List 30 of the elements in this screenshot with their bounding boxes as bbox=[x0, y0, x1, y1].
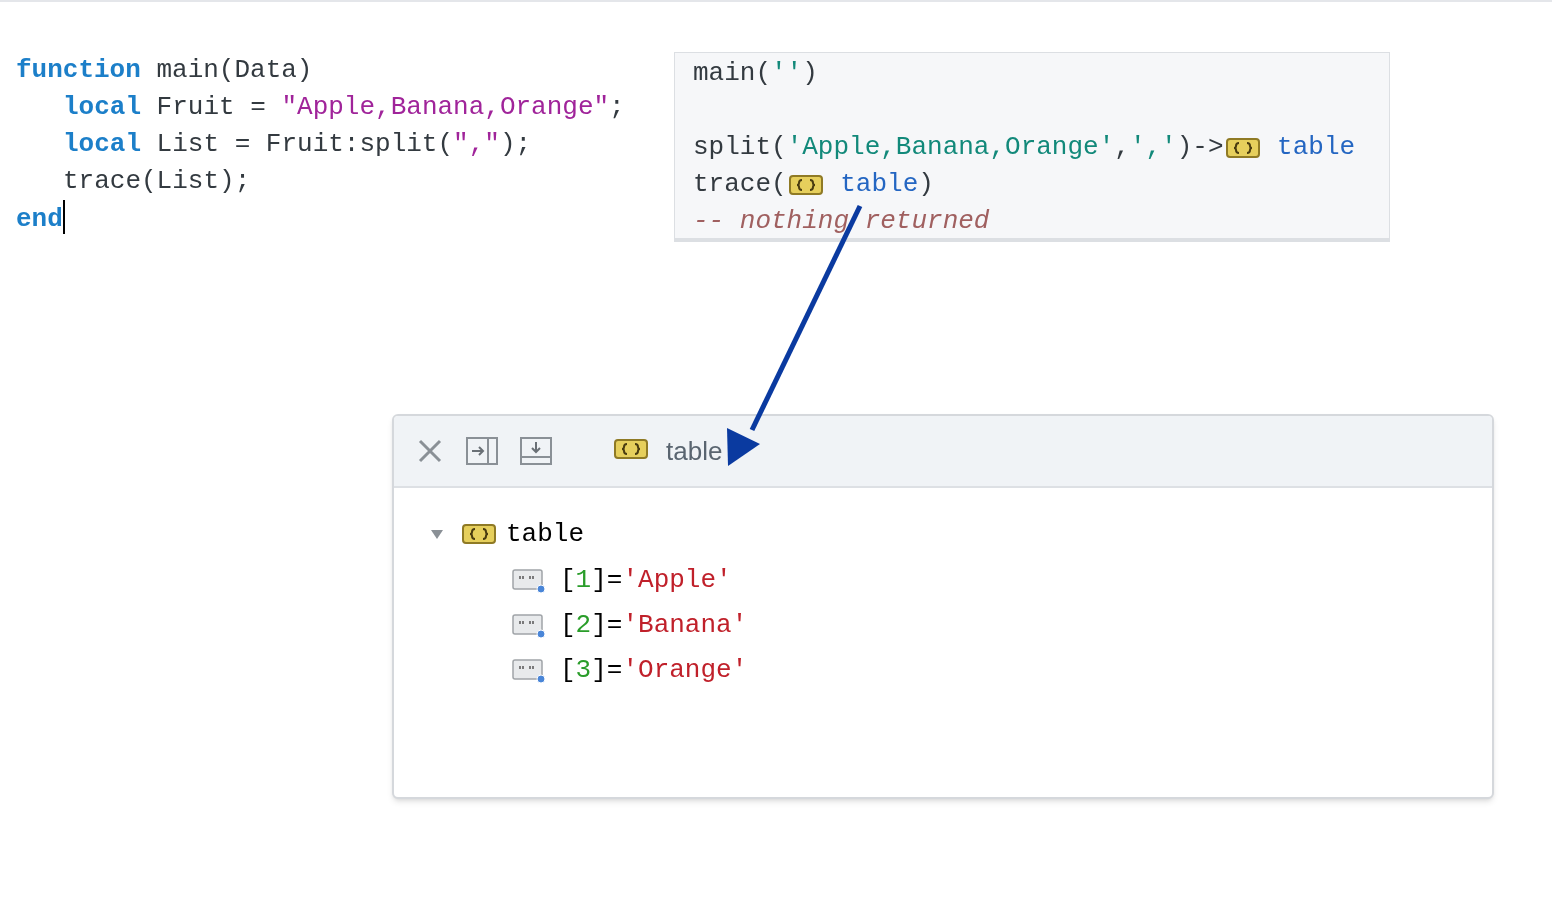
output-text: split('Apple,Banana,Orange',',')-> bbox=[693, 131, 1224, 164]
code-line: end bbox=[16, 200, 65, 238]
output-text: table) bbox=[839, 168, 934, 201]
dock-side-button[interactable] bbox=[466, 437, 498, 465]
inspector-title: table bbox=[666, 434, 723, 468]
close-icon bbox=[418, 439, 442, 463]
table-icon bbox=[614, 439, 648, 459]
tree-node-label[interactable]: table bbox=[506, 514, 584, 554]
output-text: main('') bbox=[693, 57, 818, 90]
output-text: table bbox=[1276, 131, 1356, 164]
tree-item-text: [3]='Orange' bbox=[560, 654, 748, 687]
code-line: trace(List); bbox=[63, 165, 251, 198]
output-text: -- nothing returned bbox=[693, 205, 990, 238]
table-icon bbox=[788, 174, 823, 195]
string-value-icon bbox=[512, 657, 546, 684]
string-value-icon bbox=[512, 612, 546, 639]
string-value-icon bbox=[512, 567, 546, 594]
code-line: local List = Fruit:split(","); bbox=[63, 128, 532, 161]
tree-item-text: [2]='Banana' bbox=[560, 609, 748, 642]
collapse-triangle-icon[interactable] bbox=[430, 527, 444, 541]
tree-item-text: [1]='Apple' bbox=[560, 564, 732, 597]
code-line: function main(Data) bbox=[16, 54, 313, 87]
dock-side-icon bbox=[466, 437, 498, 465]
dock-bottom-icon bbox=[520, 437, 552, 465]
table-icon bbox=[1225, 137, 1260, 158]
code-line: local Fruit = "Apple,Banana,Orange"; bbox=[63, 91, 625, 124]
dock-bottom-button[interactable] bbox=[520, 437, 552, 465]
output-text: trace( bbox=[693, 168, 787, 201]
close-button[interactable] bbox=[416, 437, 444, 465]
table-icon bbox=[462, 524, 496, 544]
